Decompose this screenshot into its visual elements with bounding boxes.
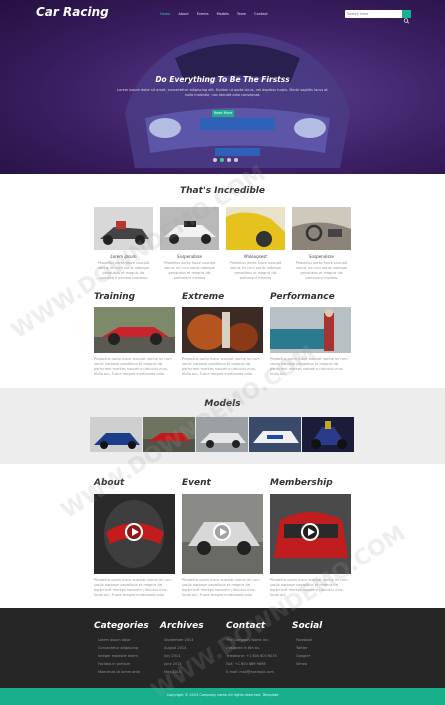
training-title: Training [94,292,136,302]
performance-title: Performance [270,292,335,302]
feature-text-4: Phasellus porta fusce suscipit varius mi… [295,261,348,280]
hero-banner: Car Racing Home About Events Models Team… [0,0,445,174]
event-text: Phasellus porta fusce suscipit varius mi… [182,578,260,597]
footer-category-link[interactable]: Facilisis in pretium [98,662,130,666]
search-icon [403,18,410,24]
social-link-facebook[interactable]: Facebook [296,638,312,642]
about-video[interactable] [94,494,175,574]
hero-title: Do Everything To Be The Firstss [155,75,290,84]
nav-models[interactable]: Models [217,12,229,16]
slider-dot-active[interactable] [220,158,224,162]
feature-image-1[interactable] [94,207,153,250]
hero-text: Lorem ipsum dolor sit amet, consectetur … [117,88,328,97]
play-icon[interactable] [125,523,143,541]
footer-contact-line: The Company Name Inc. [226,638,270,642]
training-image[interactable] [94,307,175,353]
incredible-title: That's Incredible [180,186,265,196]
feature-text-3: Phasellus porta fusce suscipit varius mi… [229,261,282,280]
footer-category-link[interactable]: Lorem ipsum dolor [98,638,131,642]
footer-contact-line: FAX: +1 800 889 9898 [226,662,266,666]
about-title: About [94,478,125,488]
feature-image-4[interactable] [292,207,351,250]
search-button[interactable] [402,10,411,24]
footer-contact-title: Contact [226,621,266,631]
slider-dots [213,158,238,162]
social-link-twitter[interactable]: Twitter [296,646,308,650]
footer [0,608,445,688]
extreme-title: Extreme [182,292,225,302]
slider-dot[interactable] [213,158,217,162]
model-image-2[interactable] [143,417,195,452]
search-input[interactable] [345,10,401,18]
copyright-text: Copyright © 2015 Company name All rights… [166,693,279,697]
event-video[interactable] [182,494,263,574]
feature-image-3[interactable] [226,207,285,250]
nav-home[interactable]: Home [160,12,170,16]
footer-social-title: Social [292,621,323,631]
feature-text-2: Phasellus porta fusce suscipit varius mi… [163,261,216,280]
footer-archive-link[interactable]: July 2014 [164,654,180,658]
social-link-vimeo[interactable]: Vimeo [296,662,307,666]
footer-categories-title: Categories [94,621,149,631]
training-text: Phasellus porta fusce suscipit varius mi… [94,357,172,376]
footer-category-link[interactable]: Maecenas id lorem ante [98,670,140,674]
feature-name-2: Suspendisse [177,254,202,259]
model-image-5[interactable] [302,417,354,452]
play-icon[interactable] [213,523,231,541]
slider-dot[interactable] [227,158,231,162]
footer-contact-line: Designed in 6th av, [226,646,261,650]
nav-events[interactable]: Events [197,12,209,16]
feature-image-2[interactable] [160,207,219,250]
models-title: Models [204,399,241,409]
feature-name-1: Lorem ipsum [110,254,137,259]
membership-text: Phasellus porta fusce suscipit varius mi… [270,578,348,597]
footer-category-link[interactable]: Integer molestie lorem [98,654,138,658]
nav-team[interactable]: Team [237,12,246,16]
footer-archive-link[interactable]: August 2014 [164,646,186,650]
footer-archive-link[interactable]: May 2014 [164,670,181,674]
model-image-4[interactable] [249,417,301,452]
feature-name-4: Suspendisse [309,254,334,259]
model-image-1[interactable] [90,417,142,452]
footer-contact-line: Telephone: +1 800 603 6035 [226,654,277,658]
footer-archive-link[interactable]: September 2014 [164,638,193,642]
slider-dot[interactable] [234,158,238,162]
site-logo[interactable]: Car Racing [36,5,109,19]
footer-archive-link[interactable]: June 2014 [164,662,182,666]
feature-name-3: Maleuqsest [244,254,267,259]
extreme-image[interactable] [182,307,263,353]
model-image-3[interactable] [196,417,248,452]
search-box [345,10,411,24]
nav-about[interactable]: About [178,12,188,16]
main-nav: Home About Events Models Team Contact [160,12,268,16]
extreme-text: Phasellus porta fusce suscipit varius mi… [182,357,260,376]
about-text: Phasellus porta fusce suscipit varius mi… [94,578,172,597]
play-icon[interactable] [301,523,319,541]
feature-text-1: Phasellus porta fusce suscipit varius mi… [97,261,150,280]
nav-contact[interactable]: Contact [254,12,268,16]
event-title: Event [182,478,211,488]
footer-contact-email[interactable]: E-mail: mail@example.com [226,670,274,674]
footer-archives-title: Archives [160,621,204,631]
social-link-google[interactable]: Google+ [296,654,311,658]
membership-title: Membership [270,478,333,488]
performance-text: Phasellus porta fusce suscipit varius mi… [270,357,348,376]
footer-category-link[interactable]: Consectetur adipiscing [98,646,138,650]
read-more-button[interactable]: Read More [212,110,234,117]
performance-image[interactable] [270,307,351,353]
membership-video[interactable] [270,494,351,574]
